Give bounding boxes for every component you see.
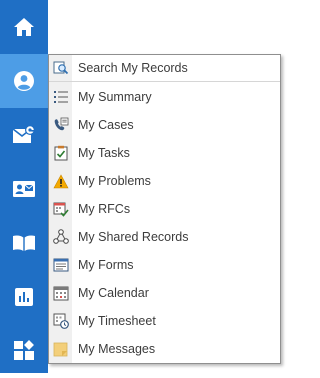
nav-knowledge-button[interactable] [0, 216, 48, 270]
search-icon [49, 54, 72, 82]
menu-item-label: My Forms [78, 258, 134, 272]
menu-item-label: My Problems [78, 174, 151, 188]
user-circle-icon [13, 70, 35, 92]
menu-item-my-tasks[interactable]: My Tasks [49, 139, 280, 167]
menu-item-label: My Calendar [78, 286, 149, 300]
widgets-icon [13, 340, 35, 362]
menu-item-my-rfcs[interactable]: My RFCs [49, 195, 280, 223]
nav-contacts-button[interactable] [0, 162, 48, 216]
menu-item-my-timesheet[interactable]: My Timesheet [49, 307, 280, 335]
nav-reports-button[interactable] [0, 270, 48, 324]
timesheet-icon [49, 307, 72, 335]
menu-item-label: My Messages [78, 342, 156, 356]
nav-home-button[interactable] [0, 0, 48, 54]
bar-chart-icon [14, 287, 34, 307]
menu-item-my-problems[interactable]: My Problems [49, 167, 280, 195]
menu-item-my-messages[interactable]: My Messages [49, 335, 280, 363]
menu-item-label: My RFCs [78, 202, 131, 216]
list-icon [49, 83, 72, 111]
nav-apps-button[interactable] [0, 324, 48, 378]
menu-item-my-shared-records[interactable]: My Shared Records [49, 223, 280, 251]
menu-item-label: My Tasks [78, 146, 130, 160]
nav-messages-button[interactable] [0, 108, 48, 162]
menu-item-label: My Cases [78, 118, 134, 132]
mail-badge-icon [12, 124, 36, 146]
menu-item-label: My Shared Records [78, 230, 189, 244]
menu-item-my-cases[interactable]: My Cases [49, 111, 280, 139]
form-icon [49, 251, 72, 279]
warning-icon [49, 167, 72, 195]
clipboard-check-icon [49, 139, 72, 167]
my-records-menu: Search My Records My Summary My Cases My… [48, 54, 281, 364]
home-icon [13, 17, 35, 37]
calendar-grid-icon [49, 279, 72, 307]
message-note-icon [49, 335, 72, 363]
contact-card-icon [12, 180, 36, 198]
share-network-icon [49, 223, 72, 251]
phone-document-icon [49, 111, 72, 139]
menu-item-label: Search My Records [78, 61, 188, 75]
calendar-check-icon [49, 195, 72, 223]
menu-item-my-calendar[interactable]: My Calendar [49, 279, 280, 307]
menu-item-my-forms[interactable]: My Forms [49, 251, 280, 279]
menu-item-label: My Summary [78, 90, 152, 104]
search-my-records-item[interactable]: Search My Records [49, 55, 280, 82]
nav-rail [0, 0, 48, 373]
open-book-icon [12, 234, 36, 252]
nav-my-records-button[interactable] [0, 54, 48, 108]
menu-item-my-summary[interactable]: My Summary [49, 83, 280, 111]
menu-item-label: My Timesheet [78, 314, 156, 328]
